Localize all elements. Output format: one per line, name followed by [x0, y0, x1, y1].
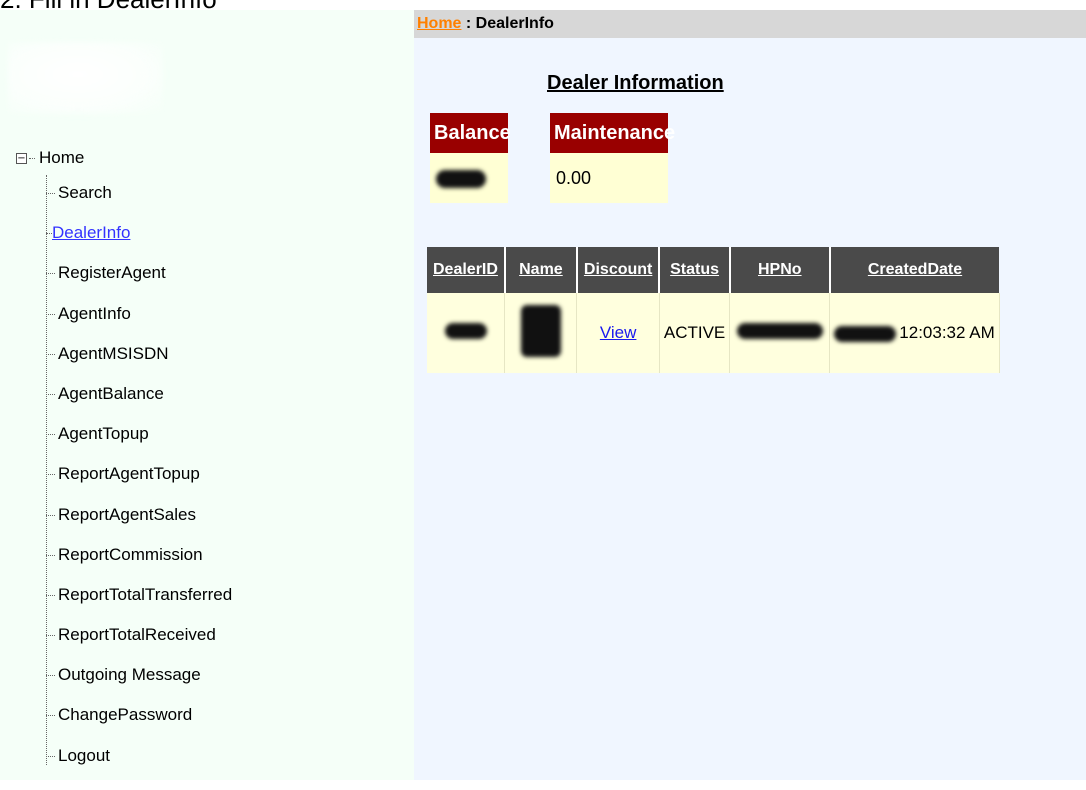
- sidebar-item-logout[interactable]: Logout: [46, 745, 232, 785]
- maintenance-box: Maintenance 0.00: [550, 113, 675, 203]
- tree-root-label[interactable]: Home: [39, 148, 84, 168]
- maintenance-value: 0.00: [550, 153, 668, 203]
- sidebar: − Home Search DealerInfo RegisterAgent A…: [0, 10, 414, 780]
- sidebar-item-dealerinfo[interactable]: DealerInfo: [46, 222, 232, 262]
- balance-value-cell: [430, 153, 508, 203]
- sidebar-item-reporttotaltransferred[interactable]: ReportTotalTransferred: [46, 584, 232, 624]
- sidebar-item-agentbalance[interactable]: AgentBalance: [46, 383, 232, 423]
- maintenance-header: Maintenance: [550, 113, 675, 153]
- tree-connector: [29, 157, 35, 159]
- sidebar-item-reportagentsales[interactable]: ReportAgentSales: [46, 504, 232, 544]
- redacted-value: [444, 322, 487, 339]
- tree-root-home[interactable]: − Home: [16, 148, 84, 168]
- table-header-row: DealerID Name Discount Status HPNo Creat…: [427, 247, 1000, 293]
- cell-status: ACTIVE: [659, 293, 731, 373]
- sidebar-item-label[interactable]: ReportTotalTransferred: [58, 584, 232, 606]
- created-date-time: 12:03:32 AM: [899, 323, 995, 342]
- sidebar-menu: Search DealerInfo RegisterAgent AgentInf…: [46, 182, 232, 785]
- col-header-name[interactable]: Name: [504, 247, 578, 293]
- sidebar-item-label[interactable]: AgentInfo: [58, 303, 131, 325]
- sidebar-item-reportcommission[interactable]: ReportCommission: [46, 544, 232, 584]
- cell-dealerid: [427, 293, 506, 373]
- sidebar-item-label[interactable]: Search: [58, 182, 112, 204]
- sidebar-item-reporttotalreceived[interactable]: ReportTotalReceived: [46, 624, 232, 664]
- breadcrumb-current: DealerInfo: [475, 15, 554, 32]
- sidebar-item-label[interactable]: ReportTotalReceived: [58, 624, 216, 646]
- col-header-discount: Discount: [576, 247, 661, 293]
- sidebar-item-label[interactable]: Outgoing Message: [58, 664, 201, 686]
- col-header-dealerid[interactable]: DealerID: [427, 247, 506, 293]
- redacted-value: [520, 304, 561, 357]
- sidebar-item-label[interactable]: AgentBalance: [58, 383, 164, 405]
- col-header-hpno[interactable]: HPNo: [729, 247, 831, 293]
- redacted-value: [834, 325, 897, 342]
- sidebar-item-label[interactable]: ReportCommission: [58, 544, 203, 566]
- sidebar-item-label[interactable]: RegisterAgent: [58, 262, 166, 284]
- dealer-table: DealerID Name Discount Status HPNo Creat…: [427, 247, 1000, 373]
- sidebar-item-agenttopup[interactable]: AgentTopup: [46, 423, 232, 463]
- redacted-value: [736, 322, 823, 339]
- breadcrumb-separator: :: [461, 15, 476, 32]
- sidebar-item-search[interactable]: Search: [46, 182, 232, 222]
- sidebar-item-agentinfo[interactable]: AgentInfo: [46, 303, 232, 343]
- sidebar-item-registeragent[interactable]: RegisterAgent: [46, 262, 232, 302]
- sidebar-item-label[interactable]: ReportAgentTopup: [58, 463, 200, 485]
- sidebar-item-label[interactable]: AgentMSISDN: [58, 343, 169, 365]
- sidebar-item-changepassword[interactable]: ChangePassword: [46, 704, 232, 744]
- breadcrumb-home-link[interactable]: Home: [417, 15, 461, 32]
- sidebar-item-label[interactable]: ChangePassword: [58, 704, 192, 726]
- sidebar-item-label[interactable]: ReportAgentSales: [58, 504, 196, 526]
- sidebar-item-label[interactable]: DealerInfo: [52, 222, 130, 244]
- sidebar-item-reportagenttopup[interactable]: ReportAgentTopup: [46, 463, 232, 503]
- main-content: Home : DealerInfo Dealer Information Bal…: [414, 10, 1086, 780]
- discount-view-link[interactable]: View: [600, 323, 637, 342]
- breadcrumb: Home : DealerInfo: [414, 10, 1086, 38]
- col-header-createddate[interactable]: CreatedDate: [829, 247, 1000, 293]
- table-row: View ACTIVE 12:03:32 AM: [427, 293, 1000, 373]
- cell-hpno: [729, 293, 831, 373]
- balance-box: Balance: [430, 113, 511, 203]
- cell-discount: View: [576, 293, 660, 373]
- redacted-value: [436, 170, 486, 189]
- sidebar-item-label[interactable]: AgentTopup: [58, 423, 149, 445]
- col-header-status[interactable]: Status: [659, 247, 731, 293]
- page-title: Dealer Information: [547, 72, 724, 94]
- collapse-icon[interactable]: −: [16, 152, 27, 164]
- cell-name: [504, 293, 578, 373]
- sidebar-item-agentmsisdn[interactable]: AgentMSISDN: [46, 343, 232, 383]
- balance-header: Balance: [430, 113, 511, 153]
- sidebar-item-label[interactable]: Logout: [58, 745, 110, 767]
- logo-redacted: [8, 42, 163, 114]
- cell-createddate: 12:03:32 AM: [829, 293, 1000, 373]
- sidebar-item-outgoing-message[interactable]: Outgoing Message: [46, 664, 232, 704]
